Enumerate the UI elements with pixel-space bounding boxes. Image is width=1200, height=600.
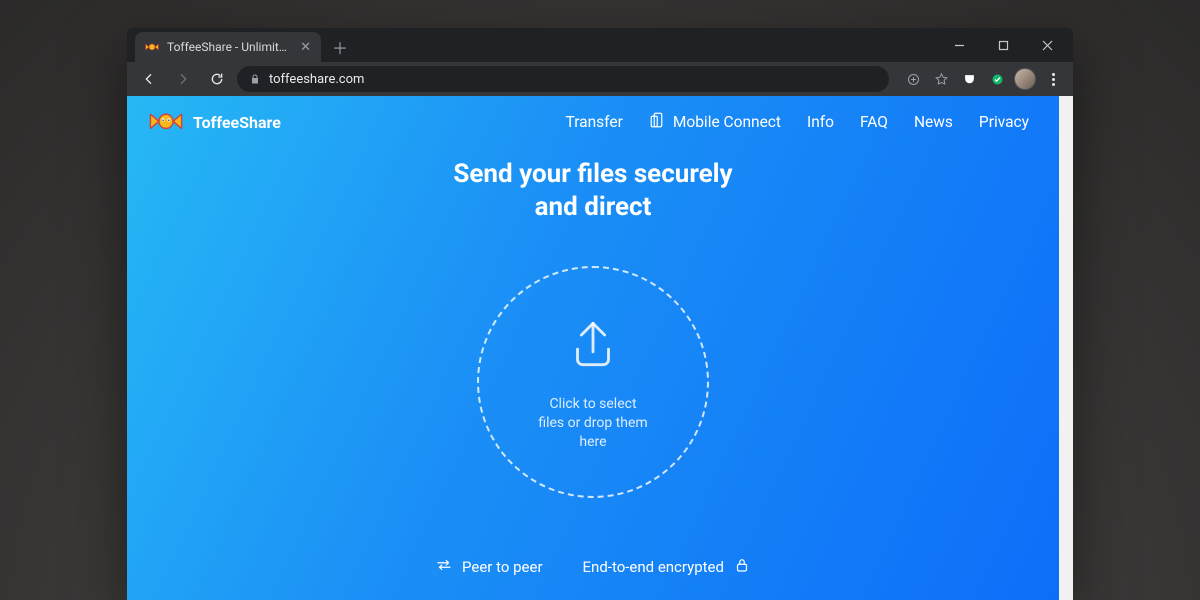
main-nav: Transfer Mobile Connect Info FAQ News Pr… (566, 111, 1029, 133)
dropzone-wrapper: Click to select files or drop them here (127, 225, 1059, 540)
page-content: ToffeeShare Transfer Mobile Connect Info… (127, 96, 1059, 600)
extension-pocket-icon[interactable] (957, 67, 981, 91)
window-minimize-button[interactable] (937, 30, 981, 60)
feature-peer-to-peer: Peer to peer (435, 556, 543, 578)
features-row: Peer to peer End-to-end encrypted (127, 540, 1059, 600)
install-app-icon[interactable] (901, 67, 925, 91)
padlock-icon (733, 556, 751, 578)
site-header: ToffeeShare Transfer Mobile Connect Info… (127, 96, 1059, 134)
window-maximize-button[interactable] (981, 30, 1025, 60)
headline-line1: Send your files securely (127, 158, 1059, 191)
swap-arrows-icon (435, 556, 453, 578)
brand-name: ToffeeShare (193, 113, 281, 132)
nav-privacy[interactable]: Privacy (979, 113, 1029, 131)
tab-close-icon[interactable]: ✕ (300, 41, 311, 54)
nav-news[interactable]: News (914, 113, 953, 131)
window-close-button[interactable] (1025, 30, 1069, 60)
nav-transfer[interactable]: Transfer (566, 113, 623, 131)
viewport: ToffeeShare Transfer Mobile Connect Info… (127, 96, 1073, 600)
toolbar-right (901, 67, 1065, 91)
logo-candy-icon (149, 110, 183, 134)
nav-mobile-connect[interactable]: Mobile Connect (649, 111, 781, 133)
file-dropzone[interactable]: Click to select files or drop them here (477, 266, 709, 498)
browser-window: ToffeeShare - Unlimited and sec… ✕ ＋ tof… (127, 28, 1073, 600)
window-controls (937, 28, 1073, 62)
headline: Send your files securely and direct (127, 158, 1059, 225)
bookmark-star-icon[interactable] (929, 67, 953, 91)
browser-toolbar: toffeeshare.com (127, 62, 1073, 96)
new-tab-button[interactable]: ＋ (327, 34, 353, 60)
mobile-connect-icon (649, 111, 667, 133)
extension-green-icon[interactable] (985, 67, 1009, 91)
forward-button[interactable] (169, 65, 197, 93)
address-bar[interactable]: toffeeshare.com (237, 66, 889, 92)
tabs-area: ToffeeShare - Unlimited and sec… ✕ ＋ (127, 28, 353, 62)
reload-button[interactable] (203, 65, 231, 93)
nav-info[interactable]: Info (807, 113, 834, 131)
feature-end-to-end-encrypted: End-to-end encrypted (583, 556, 751, 578)
tab-favicon-candy-icon (145, 40, 159, 54)
lock-icon (249, 73, 261, 85)
tab-title: ToffeeShare - Unlimited and sec… (167, 40, 291, 54)
url-text: toffeeshare.com (269, 72, 364, 87)
upload-icon (562, 313, 624, 379)
titlebar: ToffeeShare - Unlimited and sec… ✕ ＋ (127, 28, 1073, 62)
profile-avatar[interactable] (1013, 67, 1037, 91)
scrollbar[interactable] (1059, 96, 1073, 600)
back-button[interactable] (135, 65, 163, 93)
brand[interactable]: ToffeeShare (149, 110, 281, 134)
headline-line2: and direct (127, 191, 1059, 224)
browser-tab[interactable]: ToffeeShare - Unlimited and sec… ✕ (135, 32, 321, 62)
dropzone-text: Click to select files or drop them here (538, 395, 647, 452)
nav-faq[interactable]: FAQ (860, 113, 888, 131)
chrome-menu-button[interactable] (1041, 67, 1065, 91)
